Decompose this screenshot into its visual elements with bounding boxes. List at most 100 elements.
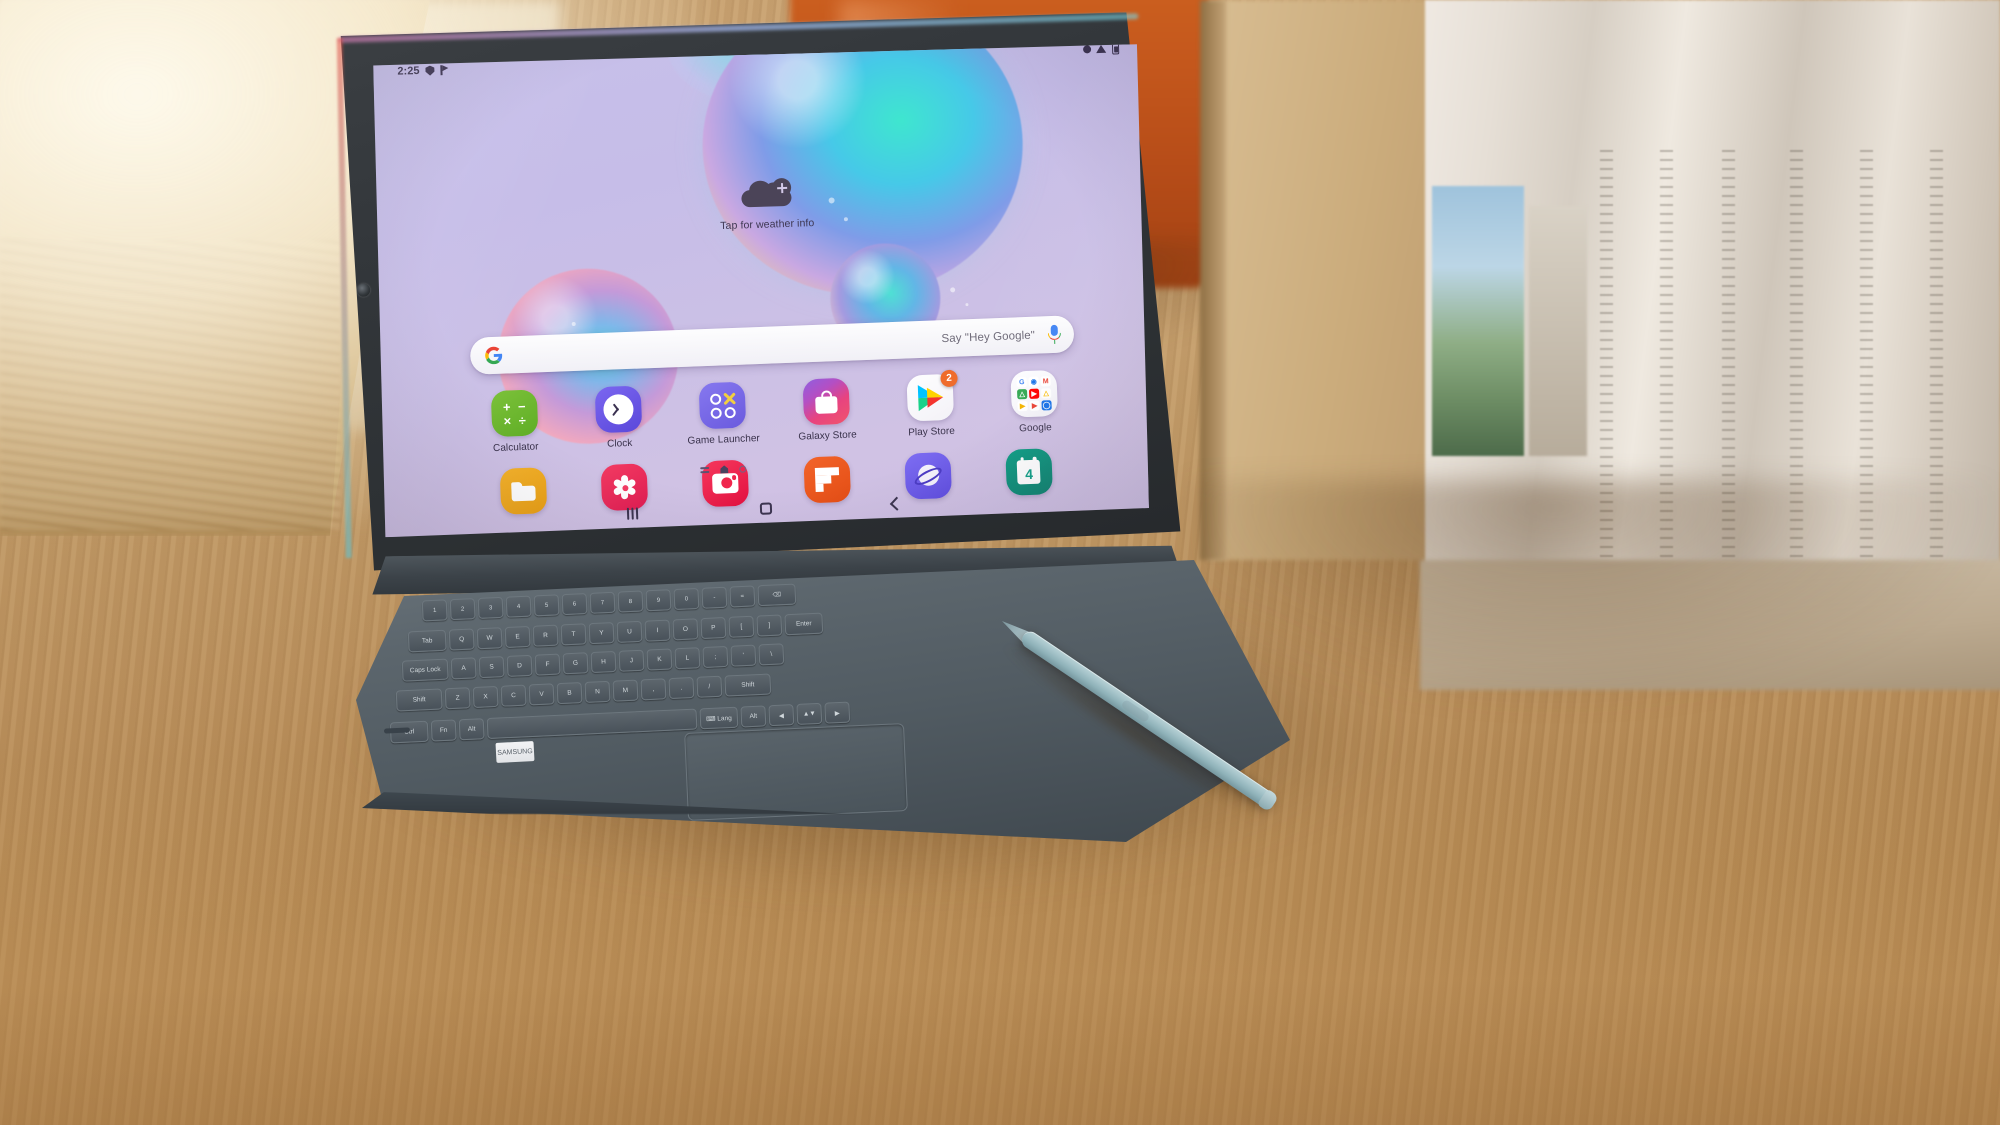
app-folder-google[interactable]: G ◉ M △ ▶ △ ▶ ▶ ◯ Google bbox=[991, 369, 1077, 435]
key-shift-right[interactable]: Shift bbox=[724, 673, 772, 697]
app-clock[interactable]: Clock bbox=[576, 385, 662, 451]
app-game-launcher[interactable]: Game Launcher bbox=[680, 381, 766, 447]
mini-icon-youtube: ▶ bbox=[1029, 389, 1039, 399]
key-enter[interactable]: Enter bbox=[784, 612, 824, 636]
key[interactable]: L bbox=[674, 647, 701, 670]
key-arrow-left[interactable]: ◀ bbox=[768, 704, 795, 727]
assistant-mic-icon[interactable] bbox=[1048, 325, 1062, 344]
key[interactable]: C bbox=[500, 684, 527, 707]
wallpaper-bubble-dot bbox=[844, 217, 848, 221]
dnd-icon bbox=[1083, 45, 1091, 53]
key[interactable]: 6 bbox=[561, 593, 588, 616]
trackpad[interactable] bbox=[684, 723, 908, 821]
key[interactable]: T bbox=[560, 623, 587, 646]
key[interactable]: O bbox=[672, 618, 699, 641]
key[interactable]: 2 bbox=[449, 598, 476, 621]
key[interactable]: S bbox=[478, 656, 505, 679]
calc-op-times: × bbox=[503, 412, 512, 429]
key[interactable]: 5 bbox=[533, 594, 560, 617]
key[interactable]: A bbox=[450, 657, 477, 680]
key[interactable]: ' bbox=[730, 644, 757, 667]
key[interactable]: \ bbox=[758, 643, 785, 666]
app-calculator[interactable]: + − × ÷ Calculator bbox=[472, 389, 558, 455]
key-space[interactable] bbox=[486, 708, 698, 740]
status-bar-clock: 2:25 bbox=[397, 64, 420, 78]
key-arrow-right[interactable]: ▶ bbox=[824, 701, 851, 724]
app-galaxy-store[interactable]: Galaxy Store bbox=[783, 377, 869, 443]
key[interactable]: V bbox=[528, 683, 555, 706]
app-label: Play Store bbox=[908, 425, 956, 439]
galaxy-store-icon bbox=[802, 378, 850, 426]
key[interactable]: P bbox=[700, 616, 727, 640]
key[interactable]: [ bbox=[728, 615, 755, 638]
home-button[interactable] bbox=[759, 502, 771, 514]
app-play-store[interactable]: 2 Play Store bbox=[887, 373, 973, 439]
mini-icon-play-music: ▶ bbox=[1030, 401, 1040, 411]
clock-icon bbox=[595, 386, 643, 434]
key[interactable]: 3 bbox=[477, 596, 504, 619]
wallpaper-bubble-dot bbox=[572, 322, 576, 326]
key[interactable]: F bbox=[534, 653, 561, 676]
wallpaper-bubble-dot bbox=[950, 287, 955, 292]
mini-icon-gmail: M bbox=[1042, 377, 1049, 385]
key[interactable]: . bbox=[668, 676, 695, 700]
key[interactable]: , bbox=[640, 678, 667, 701]
key[interactable]: Y bbox=[588, 622, 615, 645]
back-button[interactable] bbox=[889, 497, 903, 511]
mini-icon-drive: △ bbox=[1041, 388, 1051, 398]
key[interactable]: E bbox=[504, 625, 531, 649]
key-shift-left[interactable]: Shift bbox=[395, 688, 443, 712]
tablet-screen[interactable]: 2:25 Tap for weather info Say "Hey Googl… bbox=[371, 44, 1149, 537]
key[interactable]: M bbox=[612, 679, 639, 702]
key[interactable]: W bbox=[476, 627, 503, 650]
key[interactable]: 4 bbox=[505, 595, 532, 618]
key-backspace[interactable]: ⌫ bbox=[757, 583, 797, 607]
key[interactable]: ] bbox=[756, 614, 783, 637]
recents-button[interactable] bbox=[626, 507, 639, 519]
key[interactable]: B bbox=[556, 682, 583, 705]
notification-badge: 2 bbox=[940, 370, 958, 388]
key[interactable]: 1 bbox=[421, 599, 448, 622]
calc-op-plus: + bbox=[502, 398, 511, 415]
key[interactable]: J bbox=[618, 649, 645, 672]
key[interactable]: ; bbox=[702, 645, 729, 668]
key-caps-lock[interactable]: Caps Lock bbox=[401, 658, 449, 682]
key-lang[interactable]: ⌨ Lang bbox=[699, 706, 739, 730]
key[interactable]: N bbox=[584, 680, 611, 703]
key[interactable]: = bbox=[729, 585, 756, 608]
key[interactable]: / bbox=[696, 675, 723, 698]
app-label: Galaxy Store bbox=[798, 429, 858, 443]
page-dot-icon[interactable] bbox=[739, 465, 746, 472]
keyboard-brand-logo: SAMSUNG bbox=[495, 741, 535, 763]
key[interactable]: K bbox=[646, 648, 673, 671]
mini-icon-maps: △ bbox=[1017, 389, 1027, 399]
key[interactable]: I bbox=[644, 619, 671, 642]
key[interactable]: X bbox=[472, 685, 499, 709]
key[interactable]: 7 bbox=[589, 591, 616, 614]
app-list-icon[interactable] bbox=[700, 467, 709, 473]
battery-icon bbox=[1112, 44, 1119, 54]
key-alt-left[interactable]: Alt bbox=[458, 718, 485, 741]
key[interactable]: Z bbox=[444, 687, 471, 710]
key[interactable]: 9 bbox=[645, 589, 672, 612]
weather-widget[interactable]: Tap for weather info bbox=[691, 176, 843, 233]
key[interactable]: G bbox=[562, 652, 589, 675]
game-launcher-icon bbox=[699, 382, 747, 430]
key[interactable]: 8 bbox=[617, 590, 644, 613]
home-page-icon[interactable] bbox=[720, 465, 728, 473]
key[interactable]: U bbox=[616, 620, 643, 643]
key[interactable]: - bbox=[701, 586, 728, 609]
wifi-icon bbox=[1096, 45, 1107, 53]
key-alt-right[interactable]: Alt bbox=[740, 705, 767, 728]
mini-icon-chrome: ◉ bbox=[1030, 378, 1037, 386]
key-fn[interactable]: Fn bbox=[430, 719, 457, 742]
key[interactable]: 0 bbox=[673, 587, 700, 611]
key-tab[interactable]: Tab bbox=[407, 629, 447, 653]
key[interactable]: H bbox=[590, 650, 617, 674]
key[interactable]: D bbox=[506, 654, 533, 677]
key[interactable]: Q bbox=[448, 628, 475, 651]
calculator-icon: + − × ÷ bbox=[491, 389, 539, 437]
key[interactable]: R bbox=[532, 624, 559, 647]
key-arrow-updown[interactable]: ▲▼ bbox=[796, 702, 823, 725]
flag-icon bbox=[440, 65, 449, 75]
